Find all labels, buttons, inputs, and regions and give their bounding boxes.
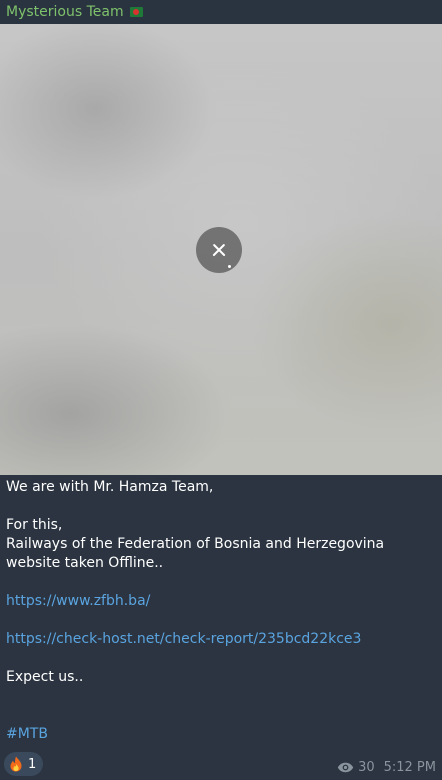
message-meta: 30 5:12 PM <box>337 760 436 775</box>
website-link[interactable]: https://www.zfbh.ba/ <box>6 592 438 611</box>
reaction-count: 1 <box>28 756 37 772</box>
eye-icon <box>337 762 354 773</box>
message-line: We are with Mr. Hamza Team, <box>6 479 214 495</box>
hashtag-link[interactable]: #MTB <box>6 725 438 744</box>
check-report-link[interactable]: https://check-host.net/check-report/235b… <box>6 630 438 649</box>
cancel-download-button[interactable] <box>196 227 242 273</box>
message-line: Expect us.. <box>6 669 84 685</box>
message-time: 5:12 PM <box>383 760 436 775</box>
fire-reaction-button[interactable]: 1 <box>4 752 44 776</box>
bangladesh-flag-icon <box>129 7 143 17</box>
channel-name[interactable]: Mysterious Team <box>6 4 124 20</box>
view-count: 30 <box>358 760 375 775</box>
message-line: For this, <box>6 517 63 533</box>
message-line: Railways of the Federation of Bosnia and… <box>6 536 389 571</box>
message-text: We are with Mr. Hamza Team, For this, Ra… <box>6 478 438 744</box>
fire-icon <box>10 756 22 772</box>
channel-header: Mysterious Team <box>0 0 442 24</box>
progress-dot <box>228 265 231 268</box>
media-preview[interactable] <box>0 24 442 475</box>
